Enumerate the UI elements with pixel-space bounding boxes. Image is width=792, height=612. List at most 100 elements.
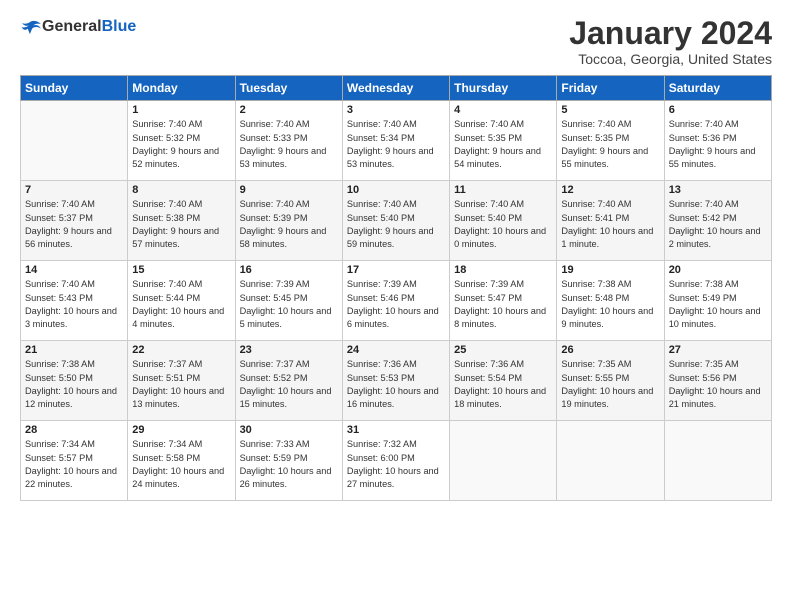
header: GeneralBlue January 2024 Toccoa, Georgia… — [20, 16, 772, 67]
day-info: Sunrise: 7:40 AMSunset: 5:38 PMDaylight:… — [132, 198, 230, 251]
day-number: 5 — [561, 104, 659, 116]
calendar-cell-3-5: 26Sunrise: 7:35 AMSunset: 5:55 PMDayligh… — [557, 341, 664, 421]
sunrise-text: Sunrise: 7:35 AM — [669, 359, 739, 369]
day-number: 20 — [669, 264, 767, 276]
sunrise-text: Sunrise: 7:39 AM — [240, 279, 310, 289]
calendar-cell-0-1: 1Sunrise: 7:40 AMSunset: 5:32 PMDaylight… — [128, 101, 235, 181]
sunrise-text: Sunrise: 7:34 AM — [132, 439, 202, 449]
day-number: 2 — [240, 104, 338, 116]
header-monday: Monday — [128, 76, 235, 101]
day-number: 13 — [669, 184, 767, 196]
daylight-text: Daylight: 9 hours and 52 minutes. — [132, 146, 219, 169]
sunrise-text: Sunrise: 7:40 AM — [25, 279, 95, 289]
logo-blue: Blue — [102, 18, 137, 35]
day-number: 11 — [454, 184, 552, 196]
day-info: Sunrise: 7:36 AMSunset: 5:54 PMDaylight:… — [454, 358, 552, 411]
day-number: 10 — [347, 184, 445, 196]
calendar-cell-3-4: 25Sunrise: 7:36 AMSunset: 5:54 PMDayligh… — [450, 341, 557, 421]
daylight-text: Daylight: 10 hours and 24 minutes. — [132, 466, 224, 489]
day-number: 7 — [25, 184, 123, 196]
sunset-text: Sunset: 5:35 PM — [561, 133, 629, 143]
calendar-cell-4-4 — [450, 421, 557, 501]
calendar-cell-4-2: 30Sunrise: 7:33 AMSunset: 5:59 PMDayligh… — [235, 421, 342, 501]
day-info: Sunrise: 7:40 AMSunset: 5:35 PMDaylight:… — [561, 118, 659, 171]
day-number: 21 — [25, 344, 123, 356]
week-row-5: 28Sunrise: 7:34 AMSunset: 5:57 PMDayligh… — [21, 421, 772, 501]
sunrise-text: Sunrise: 7:40 AM — [669, 199, 739, 209]
week-row-2: 7 Sunrise: 7:40 AM Sunset: 5:37 PM Daylight… — [21, 181, 772, 261]
sunrise-text: Sunrise: 7:34 AM — [25, 439, 95, 449]
calendar-cell-2-3: 17Sunrise: 7:39 AMSunset: 5:46 PMDayligh… — [342, 261, 449, 341]
sunrise-text: Sunrise: 7:40 AM — [347, 199, 417, 209]
sunset-text: Sunset: 5:45 PM — [240, 293, 308, 303]
sunset-text: Sunset: 5:37 PM — [25, 213, 93, 223]
sunrise-text: Sunrise: 7:40 AM — [25, 199, 95, 209]
logo-bird-icon — [20, 16, 42, 38]
sunrise-text: Sunrise: 7:37 AM — [240, 359, 310, 369]
week-row-4: 21 Sunrise: 7:38 AMSunset: 5:50 PMDayligh… — [21, 341, 772, 421]
calendar-cell-4-0: 28Sunrise: 7:34 AMSunset: 5:57 PMDayligh… — [21, 421, 128, 501]
sunset-text: Sunset: 5:42 PM — [669, 213, 737, 223]
day-number: 12 — [561, 184, 659, 196]
day-number: 31 — [347, 424, 445, 436]
daylight-text: Daylight: 9 hours and 58 minutes. — [240, 226, 327, 249]
sunrise-text: Sunrise: 7:39 AM — [454, 279, 524, 289]
sunset-text: Sunset: 5:47 PM — [454, 293, 522, 303]
calendar-cell-0-3: 3Sunrise: 7:40 AMSunset: 5:34 PMDaylight… — [342, 101, 449, 181]
sunrise-text: Sunrise: 7:38 AM — [561, 279, 631, 289]
daylight-text: Daylight: 9 hours and 55 minutes. — [669, 146, 756, 169]
daylight-text: Daylight: 9 hours and 53 minutes. — [347, 146, 434, 169]
daylight-text: Daylight: 10 hours and 5 minutes. — [240, 306, 332, 329]
sunset-text: Sunset: 5:46 PM — [347, 293, 415, 303]
daylight-text: Daylight: 10 hours and 0 minutes. — [454, 226, 546, 249]
calendar-cell-2-1: 15Sunrise: 7:40 AMSunset: 5:44 PMDayligh… — [128, 261, 235, 341]
sunset-text: Sunset: 5:43 PM — [25, 293, 93, 303]
sunrise-text: Sunrise: 7:40 AM — [132, 119, 202, 129]
sunset-text: Sunset: 5:40 PM — [347, 213, 415, 223]
day-info: Sunrise: 7:36 AMSunset: 5:53 PMDaylight:… — [347, 358, 445, 411]
sunrise-text: Sunrise: 7:32 AM — [347, 439, 417, 449]
day-info: Sunrise: 7:40 AMSunset: 5:41 PMDaylight:… — [561, 198, 659, 251]
day-number: 1 — [132, 104, 230, 116]
sunset-text: Sunset: 5:59 PM — [240, 453, 308, 463]
day-info: Sunrise: 7:34 AMSunset: 5:58 PMDaylight:… — [132, 438, 230, 491]
sunset-text: Sunset: 5:38 PM — [132, 213, 200, 223]
day-info: Sunrise: 7:38 AMSunset: 5:50 PMDaylight:… — [25, 358, 123, 411]
sunset-text: Sunset: 5:35 PM — [454, 133, 522, 143]
calendar-cell-2-5: 19Sunrise: 7:38 AMSunset: 5:48 PMDayligh… — [557, 261, 664, 341]
calendar-cell-4-1: 29Sunrise: 7:34 AMSunset: 5:58 PMDayligh… — [128, 421, 235, 501]
day-info: Sunrise: 7:40 AMSunset: 5:40 PMDaylight:… — [454, 198, 552, 251]
sunrise-text: Sunrise: 7:40 AM — [669, 119, 739, 129]
calendar-cell-2-6: 20 Sunrise: 7:38 AMSunset: 5:49 PMDayligh… — [664, 261, 771, 341]
day-info: Sunrise: 7:32 AMSunset: 6:00 PMDaylight:… — [347, 438, 445, 491]
daylight-text: Daylight: 10 hours and 15 minutes. — [240, 386, 332, 409]
sunset-text: Sunset: 5:51 PM — [132, 373, 200, 383]
daylight-text: Daylight: 10 hours and 4 minutes. — [132, 306, 224, 329]
day-number: 3 — [347, 104, 445, 116]
calendar-cell-4-5 — [557, 421, 664, 501]
day-info: Sunrise: 7:38 AMSunset: 5:49 PMDaylight:… — [669, 278, 767, 331]
sunset-text: Sunset: 5:52 PM — [240, 373, 308, 383]
daylight-text: Daylight: 10 hours and 19 minutes. — [561, 386, 653, 409]
sunrise-text: Sunrise: 7:40 AM — [240, 119, 310, 129]
day-number: 8 — [132, 184, 230, 196]
day-info: Sunrise: 7:40 AM Sunset: 5:42 PM Daylight:… — [669, 198, 767, 251]
day-number: 16 — [240, 264, 338, 276]
header-wednesday: Wednesday — [342, 76, 449, 101]
day-info: Sunrise: 7:37 AM Sunset: 5:52 PM Daylight:… — [240, 358, 338, 411]
calendar-cell-0-6: 6Sunrise: 7:40 AMSunset: 5:36 PMDaylight… — [664, 101, 771, 181]
daylight-text: Daylight: 10 hours and 2 minutes. — [669, 226, 761, 249]
sunrise-text: Sunrise: 7:40 AM — [454, 119, 524, 129]
sunset-text: Sunset: 5:54 PM — [454, 373, 522, 383]
sunrise-text: Sunrise: 7:40 AM — [132, 199, 202, 209]
daylight-text: Daylight: 10 hours and 1 minute. — [561, 226, 653, 249]
header-saturday: Saturday — [664, 76, 771, 101]
calendar-cell-2-0: 14Sunrise: 7:40 AMSunset: 5:43 PMDayligh… — [21, 261, 128, 341]
sunset-text: Sunset: 5:44 PM — [132, 293, 200, 303]
calendar-cell-1-4: 11 Sunrise: 7:40 AMSunset: 5:40 PMDayligh… — [450, 181, 557, 261]
day-number: 6 — [669, 104, 767, 116]
day-info: Sunrise: 7:40 AMSunset: 5:40 PMDaylight:… — [347, 198, 445, 251]
day-number: 27 — [669, 344, 767, 356]
sunrise-text: Sunrise: 7:33 AM — [240, 439, 310, 449]
sunset-text: Sunset: 5:41 PM — [561, 213, 629, 223]
